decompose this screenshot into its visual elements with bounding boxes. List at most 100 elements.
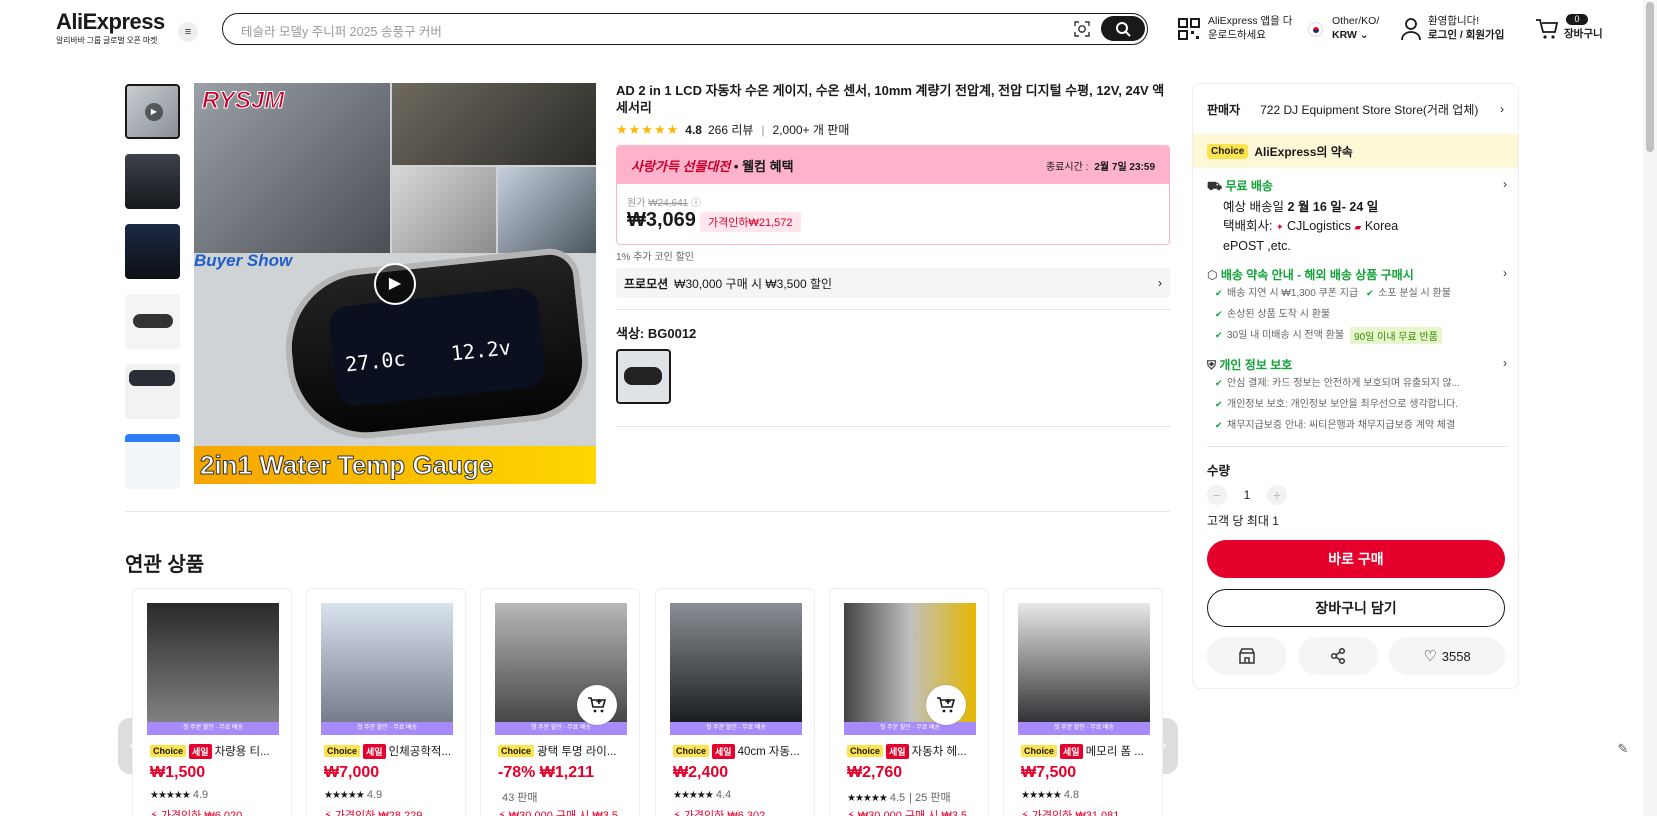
product-card[interactable]: 첫 주문 할인 · 무료 배송 Choice 세일 40cm 자동... ₩2,400 ★… (655, 588, 815, 816)
search-button[interactable] (1101, 16, 1145, 41)
shipping-section[interactable]: ⛟ 무료 배송 › 예상 배송일 2 월 16 일- 24 일 택배회사: ✦ … (1207, 177, 1507, 256)
promo-title-suffix: • 웰컴 혜택 (733, 158, 794, 174)
product-card[interactable]: 첫 주문 할인 · 무료 배송 Choice 세일 메모리 폼 ... ₩7,500 ★★… (1003, 588, 1163, 816)
first-order-strip: 첫 주문 할인 · 무료 배송 (844, 722, 976, 735)
lightning-icon: ⚡ (498, 810, 509, 816)
product-card-image[interactable] (321, 603, 453, 735)
product-card-image[interactable] (670, 603, 802, 735)
chevron-right-icon: › (1158, 276, 1162, 290)
product-card-title[interactable]: Choice 세일 40cm 자동... (673, 743, 808, 759)
product-card[interactable]: 첫 주문 할인 · 무료 배송 Choice 광택 투명 라이... -78% ₩1,… (480, 588, 640, 816)
product-card-name: 차량용 티... (214, 746, 270, 758)
promotion-text: ₩30,000 구매 시 ₩3,500 할인 (674, 276, 833, 291)
rating-stars: ★★★★★ (673, 790, 714, 801)
product-card-title[interactable]: Choice 광택 투명 라이... (498, 743, 633, 759)
image-search-icon[interactable] (1073, 20, 1091, 38)
rating-value: 4.9 (366, 789, 383, 801)
add-to-cart-button[interactable]: 장바구니 담기 (1207, 589, 1505, 627)
price-drop-tag: 가격인하₩21,572 (700, 212, 801, 232)
qr-code-icon[interactable] (1178, 18, 1200, 40)
logo-text[interactable]: AliExpress (56, 10, 165, 34)
sold-count: 2,000+ 개 판매 (772, 123, 850, 137)
share-button[interactable] (1298, 637, 1378, 675)
logo[interactable]: AliExpress 알리바바 그룹 글로벌 오픈 마켓 (56, 10, 165, 46)
add-to-cart-icon[interactable] (926, 685, 966, 725)
quantity-value[interactable]: 1 (1227, 488, 1267, 502)
product-card-image[interactable] (147, 603, 279, 735)
buyer-show-caption: Buyer Show (194, 251, 293, 270)
seller-row[interactable]: 판매자 722 DJ Equipment Store Store(거래 업체) … (1193, 84, 1518, 134)
buy-now-button[interactable]: 바로 구매 (1207, 540, 1505, 578)
info-icon[interactable]: ⓘ (691, 198, 701, 209)
product-card-title[interactable]: Choice 세일 자동차 헤... (847, 743, 982, 759)
lightning-icon: ⚡ (1021, 810, 1032, 816)
thumbnail-image[interactable] (125, 434, 180, 489)
korea-flag-icon (1308, 22, 1323, 37)
sold-count: | 25 판매 (909, 792, 951, 804)
video-play-button[interactable]: ▶ (374, 263, 416, 305)
promotion-row[interactable]: 프로모션 ₩30,000 구매 시 ₩3,500 할인 › (616, 268, 1170, 298)
purchase-panel: 판매자 722 DJ Equipment Store Store(거래 업체) … (1192, 83, 1519, 689)
coin-discount: 1% 추가 코인 할인 (616, 252, 694, 263)
product-card-title[interactable]: Choice 세일 차량용 티... (150, 743, 285, 759)
thumbnail-image[interactable] (125, 364, 180, 419)
delivery-promise-section[interactable]: ⬡ 배송 약속 안내 - 해외 배송 상품 구매시 › 배송 지연 시 ₩1,3… (1207, 266, 1507, 346)
choice-promise-text: AliExpress의 약속 (1254, 144, 1353, 159)
edit-icon[interactable]: ✎ (1612, 738, 1634, 760)
sale-badge: 세일 (1060, 743, 1083, 759)
search-bar[interactable]: 테슬라 모델y 주니퍼 2025 송풍구 커버 (222, 13, 1148, 45)
sold-count: 43 판매 (502, 792, 538, 804)
privacy-section[interactable]: ⛨ 개인 정보 보호 › 안심 결제: 카드 정보는 안전하게 보호되며 유출되… (1207, 356, 1507, 436)
delivery-item: 손상된 상품 도착 시 환불 (1207, 304, 1507, 325)
cart-label[interactable]: 장바구니 (1564, 27, 1603, 41)
chevron-right-icon: › (1503, 177, 1507, 191)
shield-check-icon: ⛨ (1207, 358, 1217, 372)
store-button[interactable] (1207, 637, 1287, 675)
product-card-title[interactable]: Choice 세일 메모리 폼 ... (1021, 743, 1156, 759)
sale-badge: 세일 (363, 743, 386, 759)
thumbnail-image[interactable] (125, 294, 180, 349)
privacy-title: ⛨ 개인 정보 보호 (1207, 358, 1293, 372)
product-card[interactable]: 첫 주문 할인 · 무료 배송 Choice 세일 인체공학적... ₩7,000 ★★★… (306, 588, 466, 816)
product-card[interactable]: 첫 주문 할인 · 무료 배송 Choice 세일 차량용 티... ₩1,500 ★★★… (132, 588, 292, 816)
quantity-decrease-button[interactable]: − (1207, 485, 1227, 505)
product-card-discount-text: 가격인하 ₩28,229 (334, 810, 423, 816)
user-icon[interactable] (1400, 17, 1422, 41)
thumbnail-image[interactable] (125, 154, 180, 209)
menu-icon[interactable]: ≡ (178, 22, 198, 42)
add-to-cart-icon[interactable] (577, 685, 617, 725)
review-count-link[interactable]: 266 리뷰 (708, 121, 753, 138)
thumbnail-image[interactable] (125, 224, 180, 279)
product-card-image[interactable] (1018, 603, 1150, 735)
seller-name[interactable]: 722 DJ Equipment Store Store(거래 업체) (1260, 101, 1478, 118)
product-card-title[interactable]: Choice 세일 인체공학적... (324, 743, 459, 759)
privacy-item: 안심 결제: 카드 정보는 안전하게 보호되며 유출되지 않... (1207, 373, 1507, 394)
scrollbar-thumb[interactable] (1646, 2, 1654, 152)
thumbnail-video[interactable]: ▶ (125, 84, 180, 139)
currency: KRW (1332, 29, 1357, 41)
product-card-name: 인체공학적... (388, 746, 452, 758)
search-input[interactable]: 테슬라 모델y 주니퍼 2025 송풍구 커버 (241, 21, 442, 40)
delivery-promise-title: ⬡ 배송 약속 안내 - 해외 배송 상품 구매시 (1207, 268, 1414, 282)
rating-stars: ★★★★★ (1021, 790, 1062, 801)
wishlist-button[interactable]: ♡ 3558 (1389, 637, 1505, 675)
quantity-increase-button[interactable]: + (1267, 485, 1287, 505)
divider (1207, 446, 1507, 447)
related-products-title: 연관 상품 (125, 554, 205, 576)
region-selector[interactable]: Other/KO/ KRW ⌄ (1332, 14, 1379, 42)
product-card-price: ₩1,500 (150, 764, 206, 781)
chevron-down-icon: ⌄ (1359, 29, 1369, 41)
separator: | (761, 122, 765, 137)
page-scrollbar[interactable] (1643, 0, 1657, 816)
thumbnail-list: ▶ (125, 84, 180, 504)
account-menu[interactable]: 환영합니다! 로그인 / 회원가입 (1428, 14, 1504, 42)
first-order-strip: 첫 주문 할인 · 무료 배송 (495, 722, 627, 735)
login-link[interactable]: 로그인 / 회원가입 (1428, 28, 1504, 42)
lightning-icon: ⚡ (673, 810, 684, 816)
color-swatch-selected[interactable] (616, 349, 671, 404)
main-product-image[interactable]: RYSJM Buyer Show 27.0c 12.2v ▶ 2in1 Wate… (194, 83, 596, 484)
color-label: 색상: BG0012 (616, 326, 697, 341)
cart-icon[interactable] (1535, 18, 1559, 40)
product-card[interactable]: 첫 주문 할인 · 무료 배송 Choice 세일 자동차 헤... ₩2,760 ★★★… (829, 588, 989, 816)
app-download[interactable]: AliExpress 앱을 다 운로드하세요 (1208, 14, 1292, 42)
